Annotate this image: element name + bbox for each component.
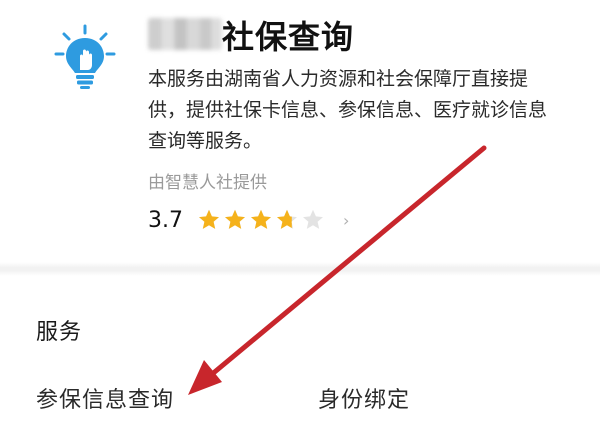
star-filled-icon (199, 209, 219, 229)
star-half-icon (277, 209, 297, 229)
app-title: 社保查询 (222, 18, 355, 56)
app-description: 本服务由湖南省人力资源和社会保障厅直接提供，提供社保卡信息、参保信息、医疗就诊信… (148, 68, 548, 152)
rating-stars (197, 208, 325, 232)
provider-label: 由智慧人社提供 (148, 173, 267, 193)
star-empty-icon (303, 209, 323, 229)
service-item-identity-binding[interactable]: 身份绑定 (318, 382, 410, 414)
section-divider (0, 262, 600, 276)
redacted-name-blur (148, 18, 222, 50)
app-lightbulb-icon (50, 22, 120, 92)
mini-program-detail-page: 社保查询 本服务由湖南省人力资源和社会保障厅直接提供，提供社保卡信息、参保信息、… (0, 0, 600, 421)
rating-value: 3.7 (148, 207, 183, 233)
star-filled-icon (225, 209, 245, 229)
rating-row[interactable]: 3.7 › (148, 200, 349, 240)
services-section-title: 服务 (36, 320, 83, 345)
chevron-right-icon[interactable]: › (343, 211, 349, 230)
star-filled-icon (251, 209, 271, 229)
service-item-insurance-info[interactable]: 参保信息查询 (36, 382, 174, 414)
